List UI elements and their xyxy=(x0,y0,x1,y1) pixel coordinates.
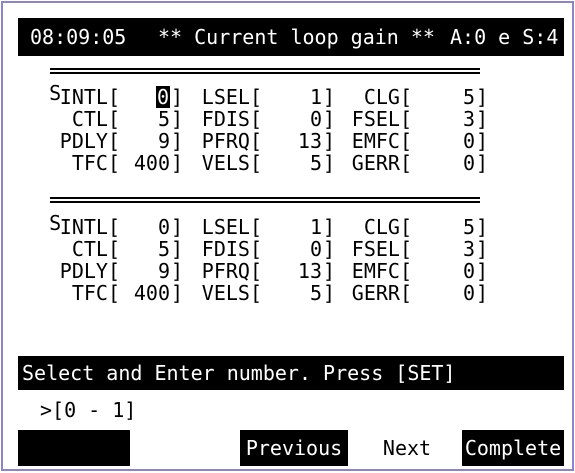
param-label: PDLY[ xyxy=(59,259,120,283)
bracket-close: ] xyxy=(323,151,336,175)
section-2-divider xyxy=(50,197,480,203)
param-value[interactable]: 5 xyxy=(158,238,170,260)
param-label: CLG[ xyxy=(363,85,412,109)
param-row: INTL[ 0] LSEL[ 1] CLG[ 5] xyxy=(0,216,575,238)
bracket-close: ] xyxy=(171,259,184,283)
complete-button[interactable]: Complete xyxy=(462,430,564,466)
param-label: CTL[ xyxy=(71,237,120,261)
param-row: TFC[ 400] VELS[ 5] GERR[ 0] xyxy=(0,282,575,304)
bracket-close: ] xyxy=(323,237,336,261)
param-row: PDLY[ 9] PFRQ[ 13] EMFC[ 0] xyxy=(0,260,575,282)
param-value[interactable]: 5 xyxy=(463,86,475,108)
param-label: EMFC[ xyxy=(351,259,412,283)
title-bar: 08:09:05 ** Current loop gain ** A:0 e S… xyxy=(18,18,564,56)
param-value[interactable]: 0 xyxy=(463,282,475,304)
bracket-close: ] xyxy=(323,259,336,283)
param-value[interactable]: 3 xyxy=(463,108,475,130)
input-range-prompt[interactable]: >[0 - 1] xyxy=(40,398,136,422)
bracket-close: ] xyxy=(476,281,489,305)
param-value[interactable]: 0 xyxy=(463,130,475,152)
param-value[interactable]: 400 xyxy=(134,282,170,304)
param-label: EMFC[ xyxy=(351,129,412,153)
clock-time: 08:09:05 xyxy=(30,25,127,49)
param-label: TFC[ xyxy=(71,281,120,305)
bracket-close: ] xyxy=(476,215,489,239)
param-label: PFRQ[ xyxy=(201,259,262,283)
param-value[interactable]: 0 xyxy=(310,108,322,130)
bracket-close: ] xyxy=(323,85,336,109)
bracket-close: ] xyxy=(476,107,489,131)
param-label: VELS[ xyxy=(201,151,262,175)
param-value[interactable]: 13 xyxy=(298,130,322,152)
param-label: FSEL[ xyxy=(351,237,412,261)
param-value[interactable]: 1 xyxy=(310,86,322,108)
param-label: VELS[ xyxy=(201,281,262,305)
param-label: INTL[ xyxy=(59,85,120,109)
bracket-close: ] xyxy=(323,215,336,239)
param-row: TFC[ 400] VELS[ 5] GERR[ 0] xyxy=(0,152,575,174)
param-label: GERR[ xyxy=(351,281,412,305)
param-label: LSEL[ xyxy=(201,215,262,239)
param-label: FDIS[ xyxy=(201,237,262,261)
bracket-close: ] xyxy=(323,129,336,153)
bracket-close: ] xyxy=(476,129,489,153)
param-value[interactable]: 0 xyxy=(463,260,475,282)
param-value[interactable]: 9 xyxy=(158,260,170,282)
param-value[interactable]: 5 xyxy=(463,216,475,238)
bracket-close: ] xyxy=(171,129,184,153)
param-label: TFC[ xyxy=(71,151,120,175)
param-row: PDLY[ 9] PFRQ[ 13] EMFC[ 0] xyxy=(0,130,575,152)
param-label: FSEL[ xyxy=(351,107,412,131)
param-value[interactable]: 5 xyxy=(310,152,322,174)
bracket-close: ] xyxy=(171,151,184,175)
param-value[interactable]: 0 xyxy=(155,86,170,108)
param-value[interactable]: 13 xyxy=(298,260,322,282)
bracket-close: ] xyxy=(476,85,489,109)
instruction-bar: Select and Enter number. Press [SET] xyxy=(18,356,564,390)
bracket-close: ] xyxy=(171,281,184,305)
param-value[interactable]: 0 xyxy=(158,216,170,238)
param-row: CTL[ 5] FDIS[ 0] FSEL[ 3] xyxy=(0,238,575,260)
page-title: ** Current loop gain ** xyxy=(158,25,435,49)
bracket-close: ] xyxy=(476,237,489,261)
param-label: PFRQ[ xyxy=(201,129,262,153)
next-button[interactable]: Next xyxy=(362,430,452,466)
param-value[interactable]: 5 xyxy=(158,108,170,130)
param-label: CLG[ xyxy=(363,215,412,239)
param-value[interactable]: 1 xyxy=(310,216,322,238)
param-label: PDLY[ xyxy=(59,129,120,153)
param-value[interactable]: 0 xyxy=(310,238,322,260)
bracket-close: ] xyxy=(171,237,184,261)
param-row: CTL[ 5] FDIS[ 0] FSEL[ 3] xyxy=(0,108,575,130)
bracket-close: ] xyxy=(476,151,489,175)
param-value[interactable]: 5 xyxy=(310,282,322,304)
param-label: FDIS[ xyxy=(201,107,262,131)
param-row: INTL[ 0] LSEL[ 1] CLG[ 5] xyxy=(0,86,575,108)
bracket-close: ] xyxy=(171,85,184,109)
bracket-close: ] xyxy=(171,215,184,239)
param-label: INTL[ xyxy=(59,215,120,239)
bracket-close: ] xyxy=(476,259,489,283)
param-value[interactable]: 0 xyxy=(463,152,475,174)
param-label: GERR[ xyxy=(351,151,412,175)
bracket-close: ] xyxy=(323,107,336,131)
bracket-close: ] xyxy=(171,107,184,131)
param-label: CTL[ xyxy=(71,107,120,131)
previous-button[interactable]: Previous xyxy=(240,430,348,466)
param-value[interactable]: 9 xyxy=(158,130,170,152)
param-label: LSEL[ xyxy=(201,85,262,109)
param-value[interactable]: 3 xyxy=(463,238,475,260)
section-1-divider xyxy=(50,68,480,74)
param-value[interactable]: 400 xyxy=(134,152,170,174)
blank-function-button[interactable] xyxy=(18,430,130,466)
bracket-close: ] xyxy=(323,281,336,305)
status-indicator: A:0 e S:4 xyxy=(450,25,559,49)
